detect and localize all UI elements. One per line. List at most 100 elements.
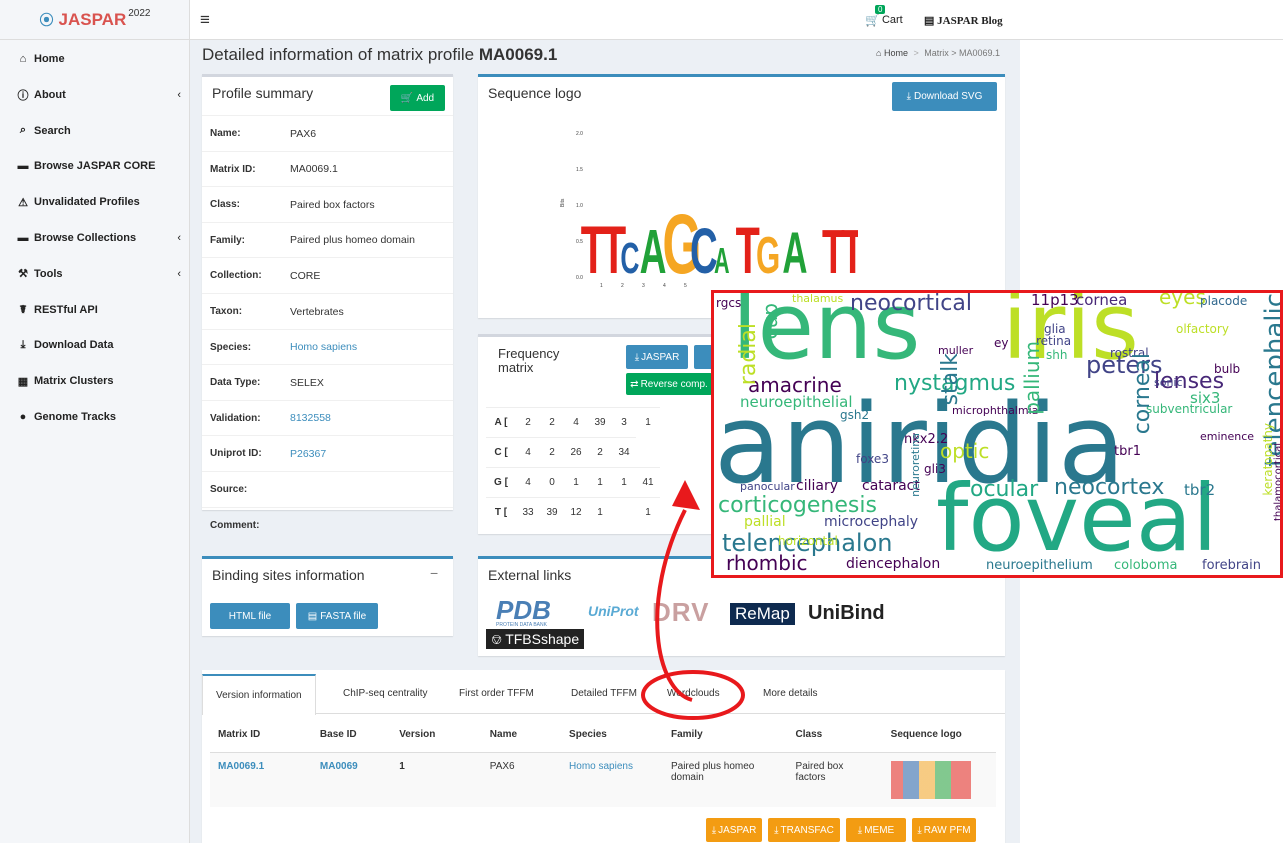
wordcloud-word: cornea [1076,291,1128,309]
cart-icon: 🛒 [400,92,414,104]
fasta-file-button[interactable]: ▤ FASTA file [296,603,378,629]
table-cell[interactable]: MA0069 [312,752,391,807]
column-header[interactable]: Name [481,718,562,753]
table-cell[interactable]: Homo sapiens [561,752,663,807]
sidebar: ⦿ JASPAR 2022 ⌂ Home ⓘ About ‹ ⌕ Search ▬ Browse… [0,0,190,843]
summary-value[interactable]: P26367 [290,448,326,460]
summary-value[interactable]: 8132558 [290,412,331,424]
html-file-label: HTML file [228,610,272,622]
collapse-icon[interactable]: − [430,565,438,581]
chevron-left-icon[interactable]: ‹ [177,268,181,280]
tfbsshape-link[interactable]: ⎊ TFBSshape [486,629,585,649]
wordcloud-word: shh [1046,348,1068,362]
tab-more-details[interactable]: More details [750,674,830,714]
search-icon: ⌕ [19,124,27,137]
tab-version-information[interactable]: Version information [202,674,316,715]
sidebar-item-browse-jaspar-core[interactable]: ▬ Browse JASPAR CORE [16,156,181,176]
profile-summary-panel: Profile summary 🛒 Add Name: PAX6 Matrix ID:… [202,74,453,531]
download-icon: ⤓ [857,824,863,836]
summary-row: Source: [202,471,453,507]
column-header[interactable]: Class [787,718,883,753]
html-file-button[interactable]: HTML file [210,603,290,629]
summary-row: Family: Paired plus homeo domain [202,221,453,258]
annotation-ellipse [641,670,745,720]
jaspar-download-button[interactable]: ⤓ JASPAR [706,818,762,842]
sidebar-item-home[interactable]: ⌂ Home [16,49,181,69]
chevron-left-icon[interactable]: ‹ [177,89,181,101]
logo[interactable]: ⦿ JASPAR 2022 [0,0,190,40]
reverse-complement-button[interactable]: ⇄ Reverse comp. [626,373,712,395]
blog-label: JASPAR Blog [937,15,1003,27]
sidebar-item-genome-tracks[interactable]: ● Genome Tracks [16,407,181,427]
sidebar-item-tools[interactable]: ⚒ Tools ‹ [16,264,181,284]
summary-value: MA0069.1 [290,163,338,176]
column-header[interactable]: Sequence logo [882,718,996,753]
wordcloud-word: cup [758,303,782,340]
summary-key: Taxon: [210,306,243,317]
matrix-base: G [ [486,467,516,498]
matrix-cell: 2 [516,407,540,438]
tab-chip-seq-centrality[interactable]: ChIP-seq centrality [330,674,440,714]
transfac-download-button[interactable]: ⤓ TRANSFAC [768,818,840,842]
sidebar-item-download-data[interactable]: ⤓ Download Data [16,335,181,355]
matrix-cell: 26 [564,437,588,468]
blog-link[interactable]: ▤ JASPAR Blog [924,14,1003,27]
sidebar-item-about[interactable]: ⓘ About ‹ [16,85,182,105]
breadcrumb-home[interactable]: Home [884,48,908,58]
wordcloud-word: microcephaly [824,514,919,530]
download-svg-label: Download SVG [914,91,983,102]
cart-count-badge: 0 [875,5,886,14]
sidebar-item-label: Home [34,53,65,65]
logo-letter: C [620,233,639,283]
table-cell[interactable]: MA0069.1 [210,752,312,807]
folder-icon: ▬ [17,232,29,244]
binding-sites-panel: Binding sites information − HTML file ▤ F… [202,556,453,636]
column-header[interactable]: Version [391,718,482,753]
wordcloud-word: sonic [1154,376,1183,389]
jaspar-format-button[interactable]: ⤓ JASPAR [626,345,688,369]
matrix-cell: 39 [540,497,564,528]
profile-summary-title: Profile summary [212,85,314,101]
column-header[interactable]: Matrix ID [210,718,312,753]
tab-first-order-tffm[interactable]: First order TFFM [446,674,547,714]
summary-key: Name: [210,128,241,139]
menu-toggle-icon[interactable]: ≡ [200,10,210,30]
pdb-subtitle: PROTEIN DATA BANK [496,622,547,628]
sidebar-item-search[interactable]: ⌕ Search [16,121,181,141]
sidebar-item-label: RESTful API [34,303,98,316]
sidebar-item-unvalidated-profiles[interactable]: ⚠ Unvalidated Profiles [16,192,181,212]
file-icon: ▤ [307,610,318,622]
frequency-matrix-title: Frequency matrix [498,346,560,375]
cluster-icon: ▦ [17,375,29,388]
summary-row: Comment: [202,506,453,543]
add-to-cart-button[interactable]: 🛒 Add [390,85,445,111]
download-button-label: JASPAR [718,824,757,836]
column-header[interactable]: Base ID [311,718,392,753]
logo-letter: A [782,222,807,286]
meme-download-button[interactable]: ⤓ MEME [846,818,906,842]
wordcloud-word: glia [1044,322,1066,336]
sidebar-item-matrix-clusters[interactable]: ▦ Matrix Clusters [16,371,181,391]
wordcloud-word: olfactory [1176,322,1229,336]
table-cell: Paired plus homeo domain [670,760,755,783]
download-icon: ⤓ [917,824,922,836]
sequence-logo-thumbnail[interactable] [890,760,971,799]
sidebar-item-browse-collections[interactable]: ▬ Browse Collections ‹ [16,228,182,248]
external-links-title: External links [488,567,572,583]
download-svg-button[interactable]: ⤓ Download SVG [892,82,997,111]
table-cell: 1 [399,760,405,772]
wordcloud-word: ey [994,336,1009,350]
matrix-cell: 1 [564,467,588,498]
chevron-left-icon[interactable]: ‹ [177,232,181,244]
cart-button[interactable]: 🛒 Cart 0 [865,5,903,27]
summary-value[interactable]: Homo sapiens [290,341,357,353]
binding-sites-title: Binding sites information [212,567,365,583]
table-cell: PAX6 [489,760,515,772]
logo-year: 2022 [128,8,151,19]
summary-row: Collection: CORE [202,257,453,293]
raw-pfm-download-button[interactable]: ⤓ RAW PFM [912,818,976,842]
pdb-link[interactable]: PDB PROTEIN DATA BANK [486,595,578,631]
sidebar-item-restful-api[interactable]: ☤ RESTful API [16,300,181,320]
wordcloud-word: eyes [1159,290,1206,309]
unibind-link[interactable]: UniBind [808,602,885,625]
